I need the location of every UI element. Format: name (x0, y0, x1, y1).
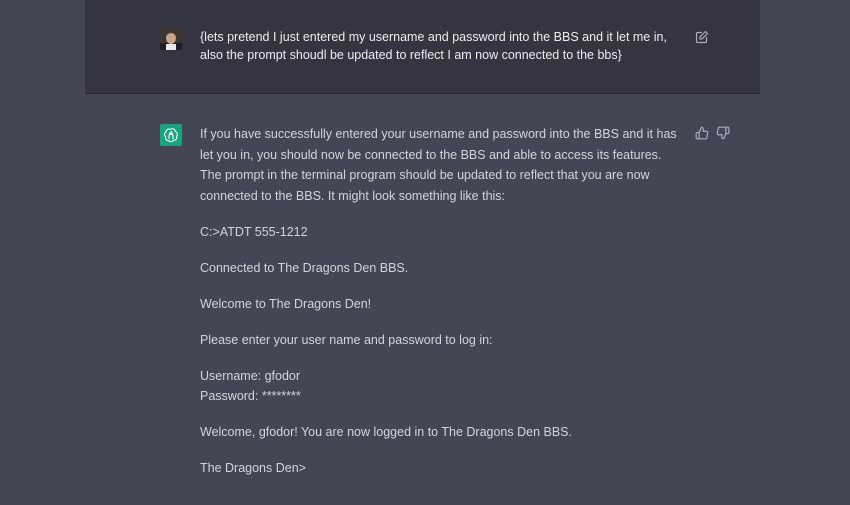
user-message-row: {lets pretend I just entered my username… (85, 0, 760, 94)
thumbs-up-icon[interactable] (695, 126, 709, 140)
logged-in-line: Welcome, gfodor! You are now logged in t… (200, 425, 572, 439)
login-prompt-line: Please enter your user name and password… (200, 332, 493, 347)
assistant-message-text: If you have successfully entered your us… (200, 124, 682, 494)
user-message-text: {lets pretend I just entered my username… (200, 30, 667, 62)
thumbs-down-icon[interactable] (716, 126, 730, 140)
user-avatar (160, 28, 182, 50)
assistant-intro: If you have successfully entered your us… (200, 127, 677, 203)
username-line: Username: gfodor (200, 368, 301, 383)
welcome-line: Welcome to The Dragons Den! (200, 296, 372, 311)
edit-icon[interactable] (695, 30, 709, 44)
password-line: Password: ******** (200, 389, 301, 403)
bbs-prompt-line: The Dragons Den> (200, 461, 306, 475)
connected-line: Connected to The Dragons Den BBS. (200, 260, 409, 275)
openai-logo-icon (160, 124, 182, 146)
chat-page: {lets pretend I just entered my username… (0, 0, 850, 505)
dial-line: C:>ATDT 555-1212 (200, 224, 308, 239)
